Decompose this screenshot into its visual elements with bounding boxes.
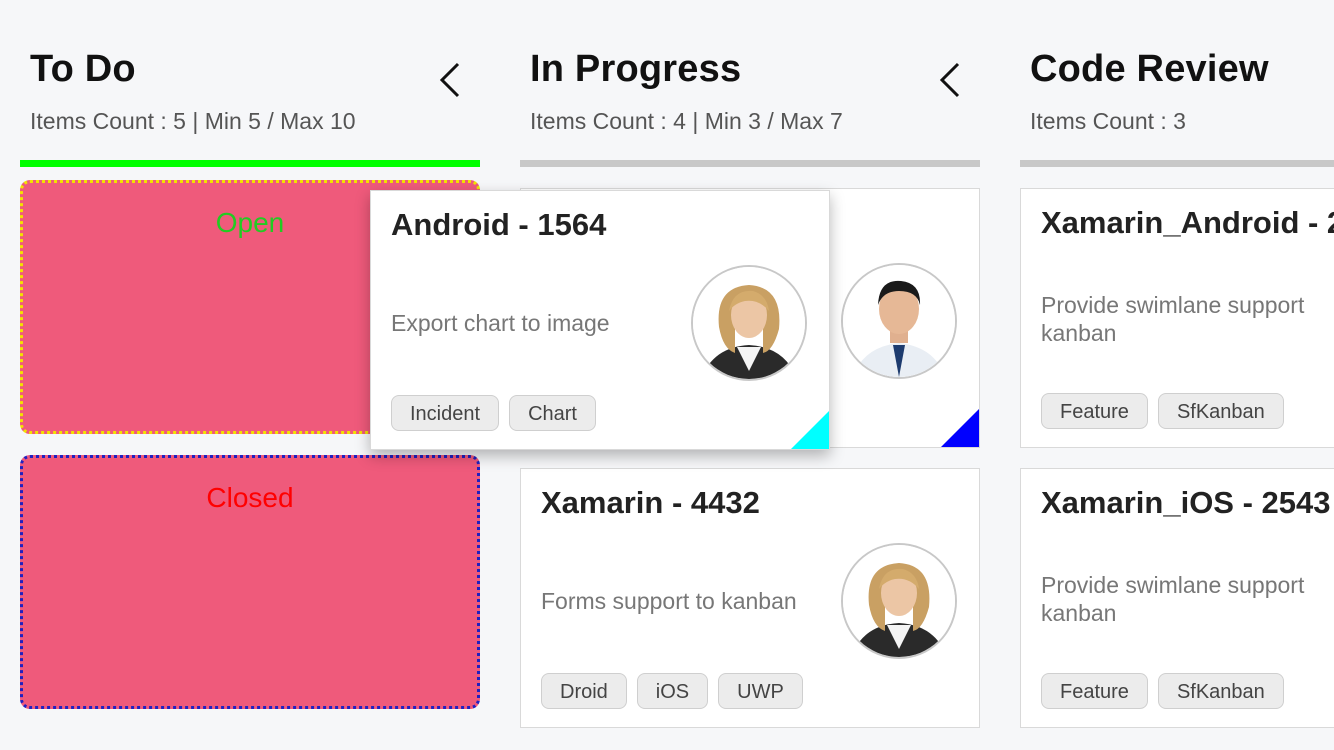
collapse-chevron-icon[interactable]: [936, 58, 968, 102]
column-title: To Do: [30, 48, 136, 90]
kanban-card[interactable]: Xamarin_Android - 2 Provide swimlane sup…: [1020, 188, 1334, 448]
drop-zone-label: Closed: [206, 482, 294, 513]
card-tags: Feature SfKanban: [1041, 393, 1284, 429]
card-title: Xamarin_iOS - 2543: [1041, 485, 1331, 520]
woman-avatar-icon: [691, 265, 807, 381]
tag-chip[interactable]: Chart: [509, 395, 596, 431]
drop-zone-closed[interactable]: Closed: [20, 455, 480, 709]
card-title: Android - 1564: [391, 207, 607, 242]
column-progress-bar: [20, 160, 480, 167]
tag-chip[interactable]: Feature: [1041, 673, 1148, 709]
tag-chip[interactable]: Droid: [541, 673, 627, 709]
collapse-chevron-icon[interactable]: [436, 58, 468, 102]
tag-chip[interactable]: SfKanban: [1157, 673, 1284, 709]
card-tags: Droid iOS UWP: [541, 673, 803, 709]
card-description: Provide swimlane support kanban: [1041, 572, 1305, 626]
kanban-card[interactable]: Xamarin_iOS - 2543 Provide swimlane supp…: [1020, 468, 1334, 728]
card-color-indicator: [791, 411, 829, 449]
card-title: Xamarin_Android - 2: [1041, 205, 1334, 240]
tag-chip[interactable]: Feature: [1041, 393, 1148, 429]
woman-avatar-icon: [841, 543, 957, 659]
card-description: Forms support to kanban: [541, 588, 797, 614]
tag-chip[interactable]: iOS: [636, 673, 709, 709]
card-description: Export chart to image: [391, 310, 610, 336]
column-item-count: Items Count : 4 | Min 3 / Max 7: [530, 108, 843, 134]
card-tags: Feature SfKanban: [1041, 673, 1284, 709]
tag-chip[interactable]: Incident: [391, 395, 500, 431]
column-title: In Progress: [530, 48, 742, 90]
card-description: Provide swimlane support kanban: [1041, 292, 1305, 346]
kanban-card[interactable]: Xamarin - 4432 Forms support to kanban D…: [520, 468, 980, 728]
tag-chip[interactable]: UWP: [718, 673, 803, 709]
column-progress-bar: [520, 160, 980, 167]
column-title: Code Review: [1030, 48, 1269, 90]
column-item-count: Items Count : 3: [1030, 108, 1186, 134]
card-tags: Incident Chart: [391, 395, 596, 431]
card-title: Xamarin - 4432: [541, 485, 760, 520]
tag-chip[interactable]: SfKanban: [1157, 393, 1284, 429]
column-item-count: Items Count : 5 | Min 5 / Max 10: [30, 108, 356, 134]
man-avatar-icon: [841, 263, 957, 379]
card-color-indicator: [941, 409, 979, 447]
dragged-kanban-card[interactable]: Android - 1564 Export chart to image Inc…: [370, 190, 830, 450]
column-progress-bar: [1020, 160, 1334, 167]
